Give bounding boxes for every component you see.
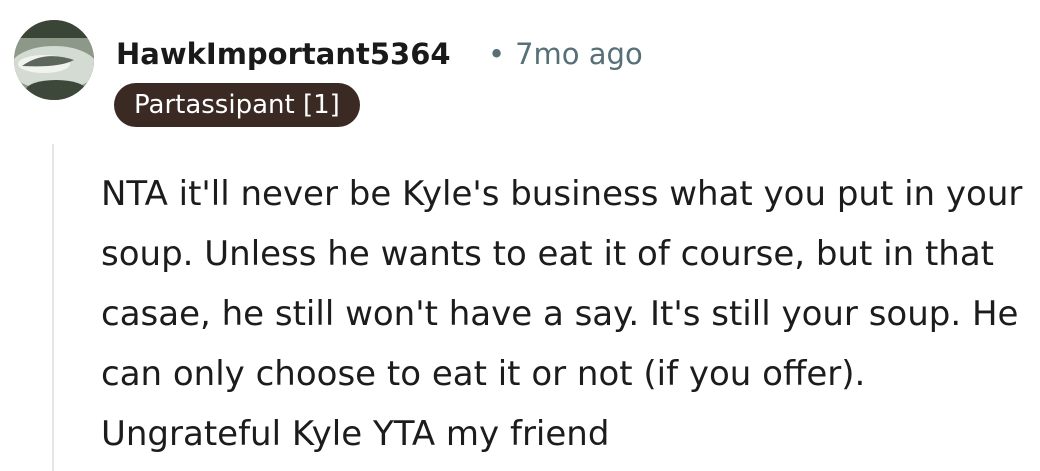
user-avatar[interactable] [14,20,94,100]
comment-author[interactable]: HawkImportant5364 [116,34,451,74]
avatar-photo-icon [14,20,94,100]
comment-body: NTA it'll never be Kyle's business what … [101,174,1023,454]
comment-timestamp[interactable]: 7mo ago [515,37,643,71]
meta-separator: • [488,37,506,71]
comment-meta: • 7mo ago [488,34,643,74]
user-flair-badge: Partassipant [1] [114,83,360,127]
thread-line[interactable] [52,144,54,471]
